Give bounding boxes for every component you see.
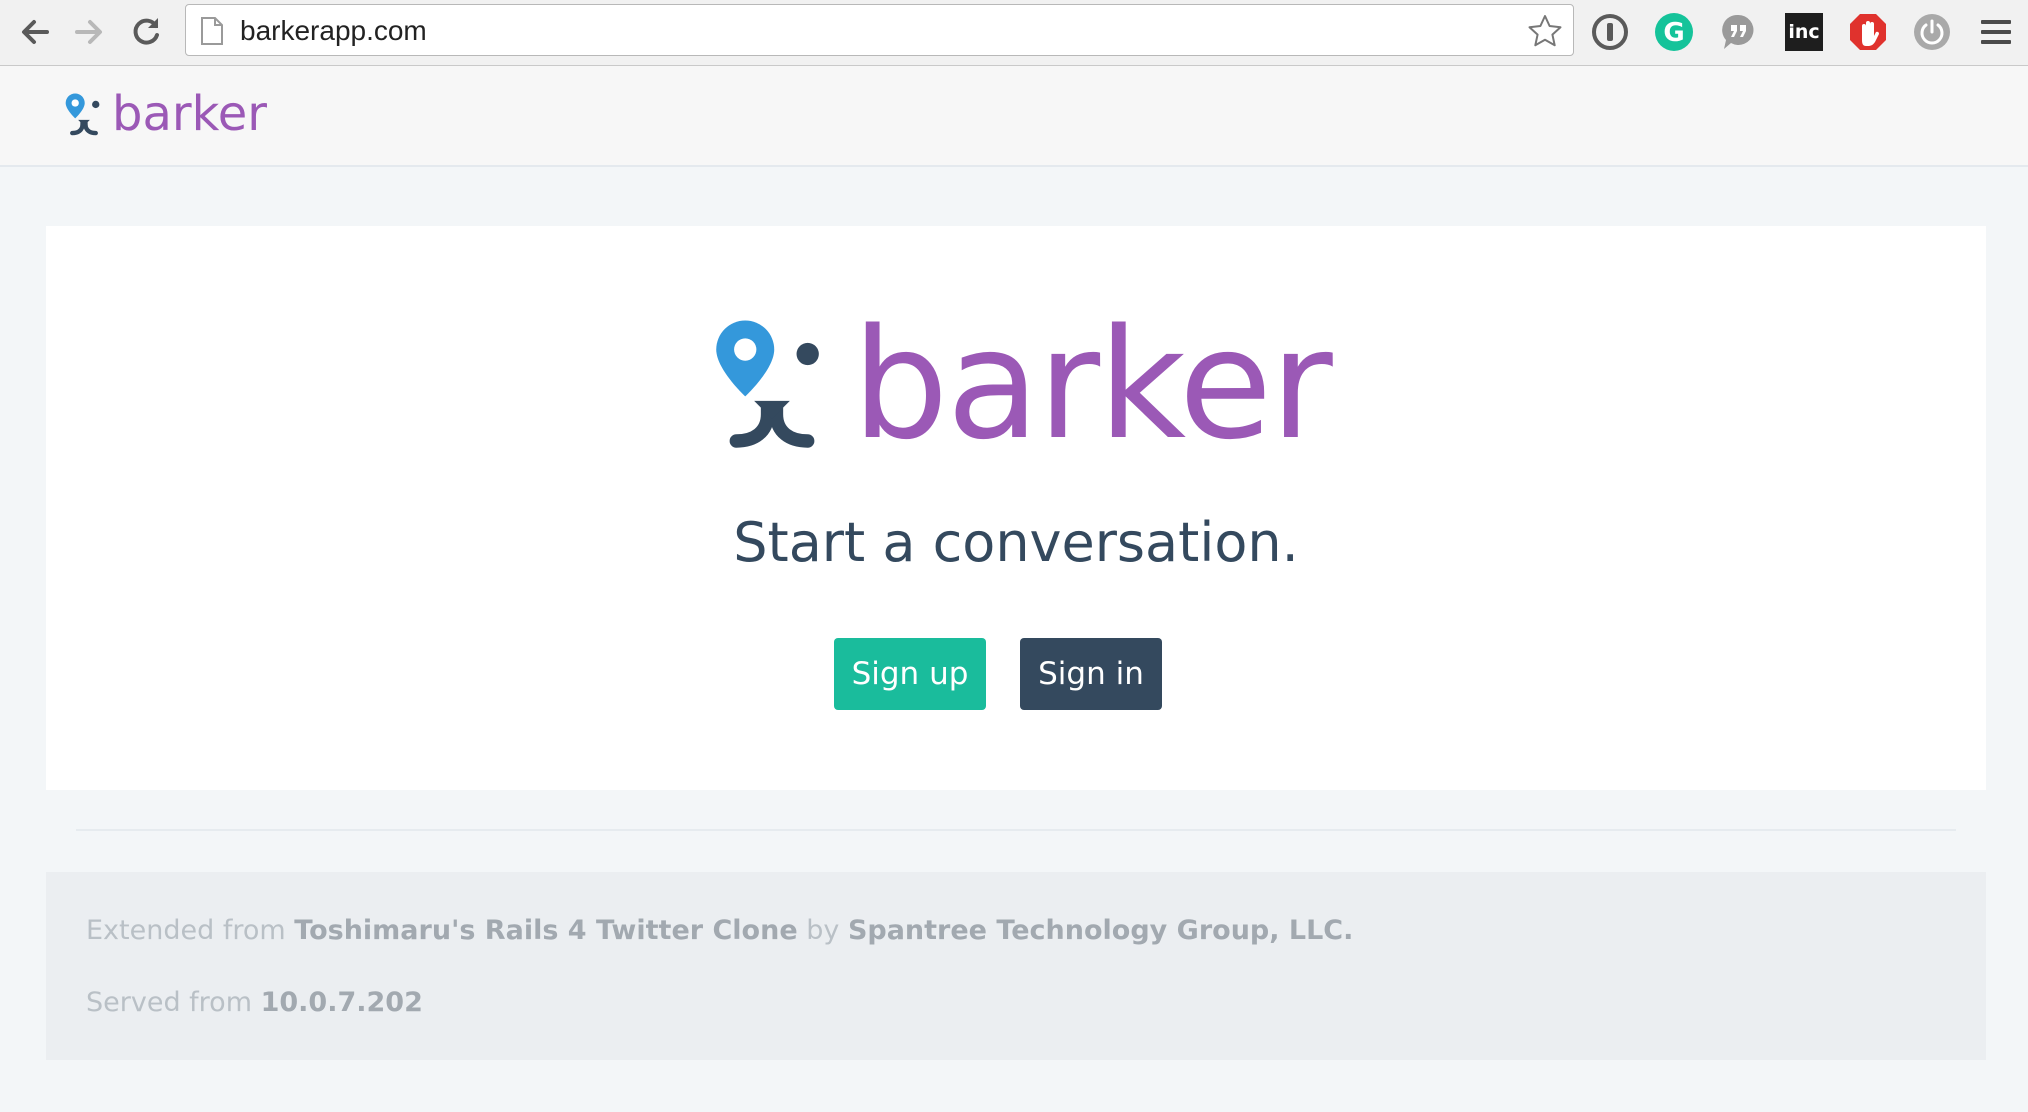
grammarly-extension[interactable]: G <box>1652 10 1696 54</box>
address-bar[interactable]: barkerapp.com <box>185 4 1574 56</box>
power-extension[interactable] <box>1910 10 1954 54</box>
footer-server-info: Served from 10.0.7.202 <box>86 987 423 1018</box>
footer-company-link[interactable]: Spantree Technology Group, LLC. <box>848 915 1353 946</box>
back-arrow-icon <box>22 20 49 44</box>
1password-extension[interactable] <box>1588 10 1632 54</box>
inc-icon: inc <box>1785 13 1823 51</box>
hero-card: barker Start a conversation. Sign up Sig… <box>46 226 1986 790</box>
app-navbar: barker <box>0 66 2028 167</box>
sign-in-button[interactable]: Sign in <box>1020 638 1162 710</box>
power-icon <box>1914 14 1950 50</box>
browser-toolbar: barkerapp.com G inc <box>0 0 2028 66</box>
hero-brand-text: barker <box>852 296 1333 473</box>
forward-button[interactable] <box>66 8 114 56</box>
section-divider <box>76 829 1956 831</box>
reload-button[interactable] <box>122 8 170 56</box>
adblock-extension[interactable] <box>1846 10 1890 54</box>
grammarly-icon: G <box>1655 13 1693 51</box>
navbar-brand-link[interactable]: barker <box>64 86 267 142</box>
hero-logo: barker <box>714 309 1333 461</box>
tagline: Start a conversation. <box>733 511 1299 574</box>
forward-arrow-icon <box>75 20 102 44</box>
navbar-brand-text: barker <box>112 86 267 142</box>
1password-icon <box>1592 14 1628 50</box>
hamburger-menu-icon <box>1981 20 2011 44</box>
svg-text:G: G <box>1663 18 1684 48</box>
inc-extension[interactable]: inc <box>1782 10 1826 54</box>
sign-up-button[interactable]: Sign up <box>834 638 986 710</box>
adblock-icon <box>1850 14 1886 50</box>
bookmark-star-icon[interactable] <box>1527 13 1563 49</box>
barker-logo-icon <box>716 320 819 448</box>
quote-extension[interactable] <box>1716 10 1760 54</box>
footer-credits: Extended from Toshimaru's Rails 4 Twitte… <box>86 915 1354 946</box>
browser-menu-button[interactable] <box>1974 10 2018 54</box>
footer: Extended from Toshimaru's Rails 4 Twitte… <box>46 872 1986 1060</box>
back-button[interactable] <box>10 8 58 56</box>
url-text[interactable]: barkerapp.com <box>240 15 427 47</box>
page-icon <box>201 17 223 45</box>
reload-icon <box>133 18 159 45</box>
barker-logo-icon <box>65 93 100 136</box>
quote-icon <box>1722 14 1754 49</box>
server-ip: 10.0.7.202 <box>260 987 423 1018</box>
footer-project-link[interactable]: Toshimaru's Rails 4 Twitter Clone <box>294 915 797 946</box>
